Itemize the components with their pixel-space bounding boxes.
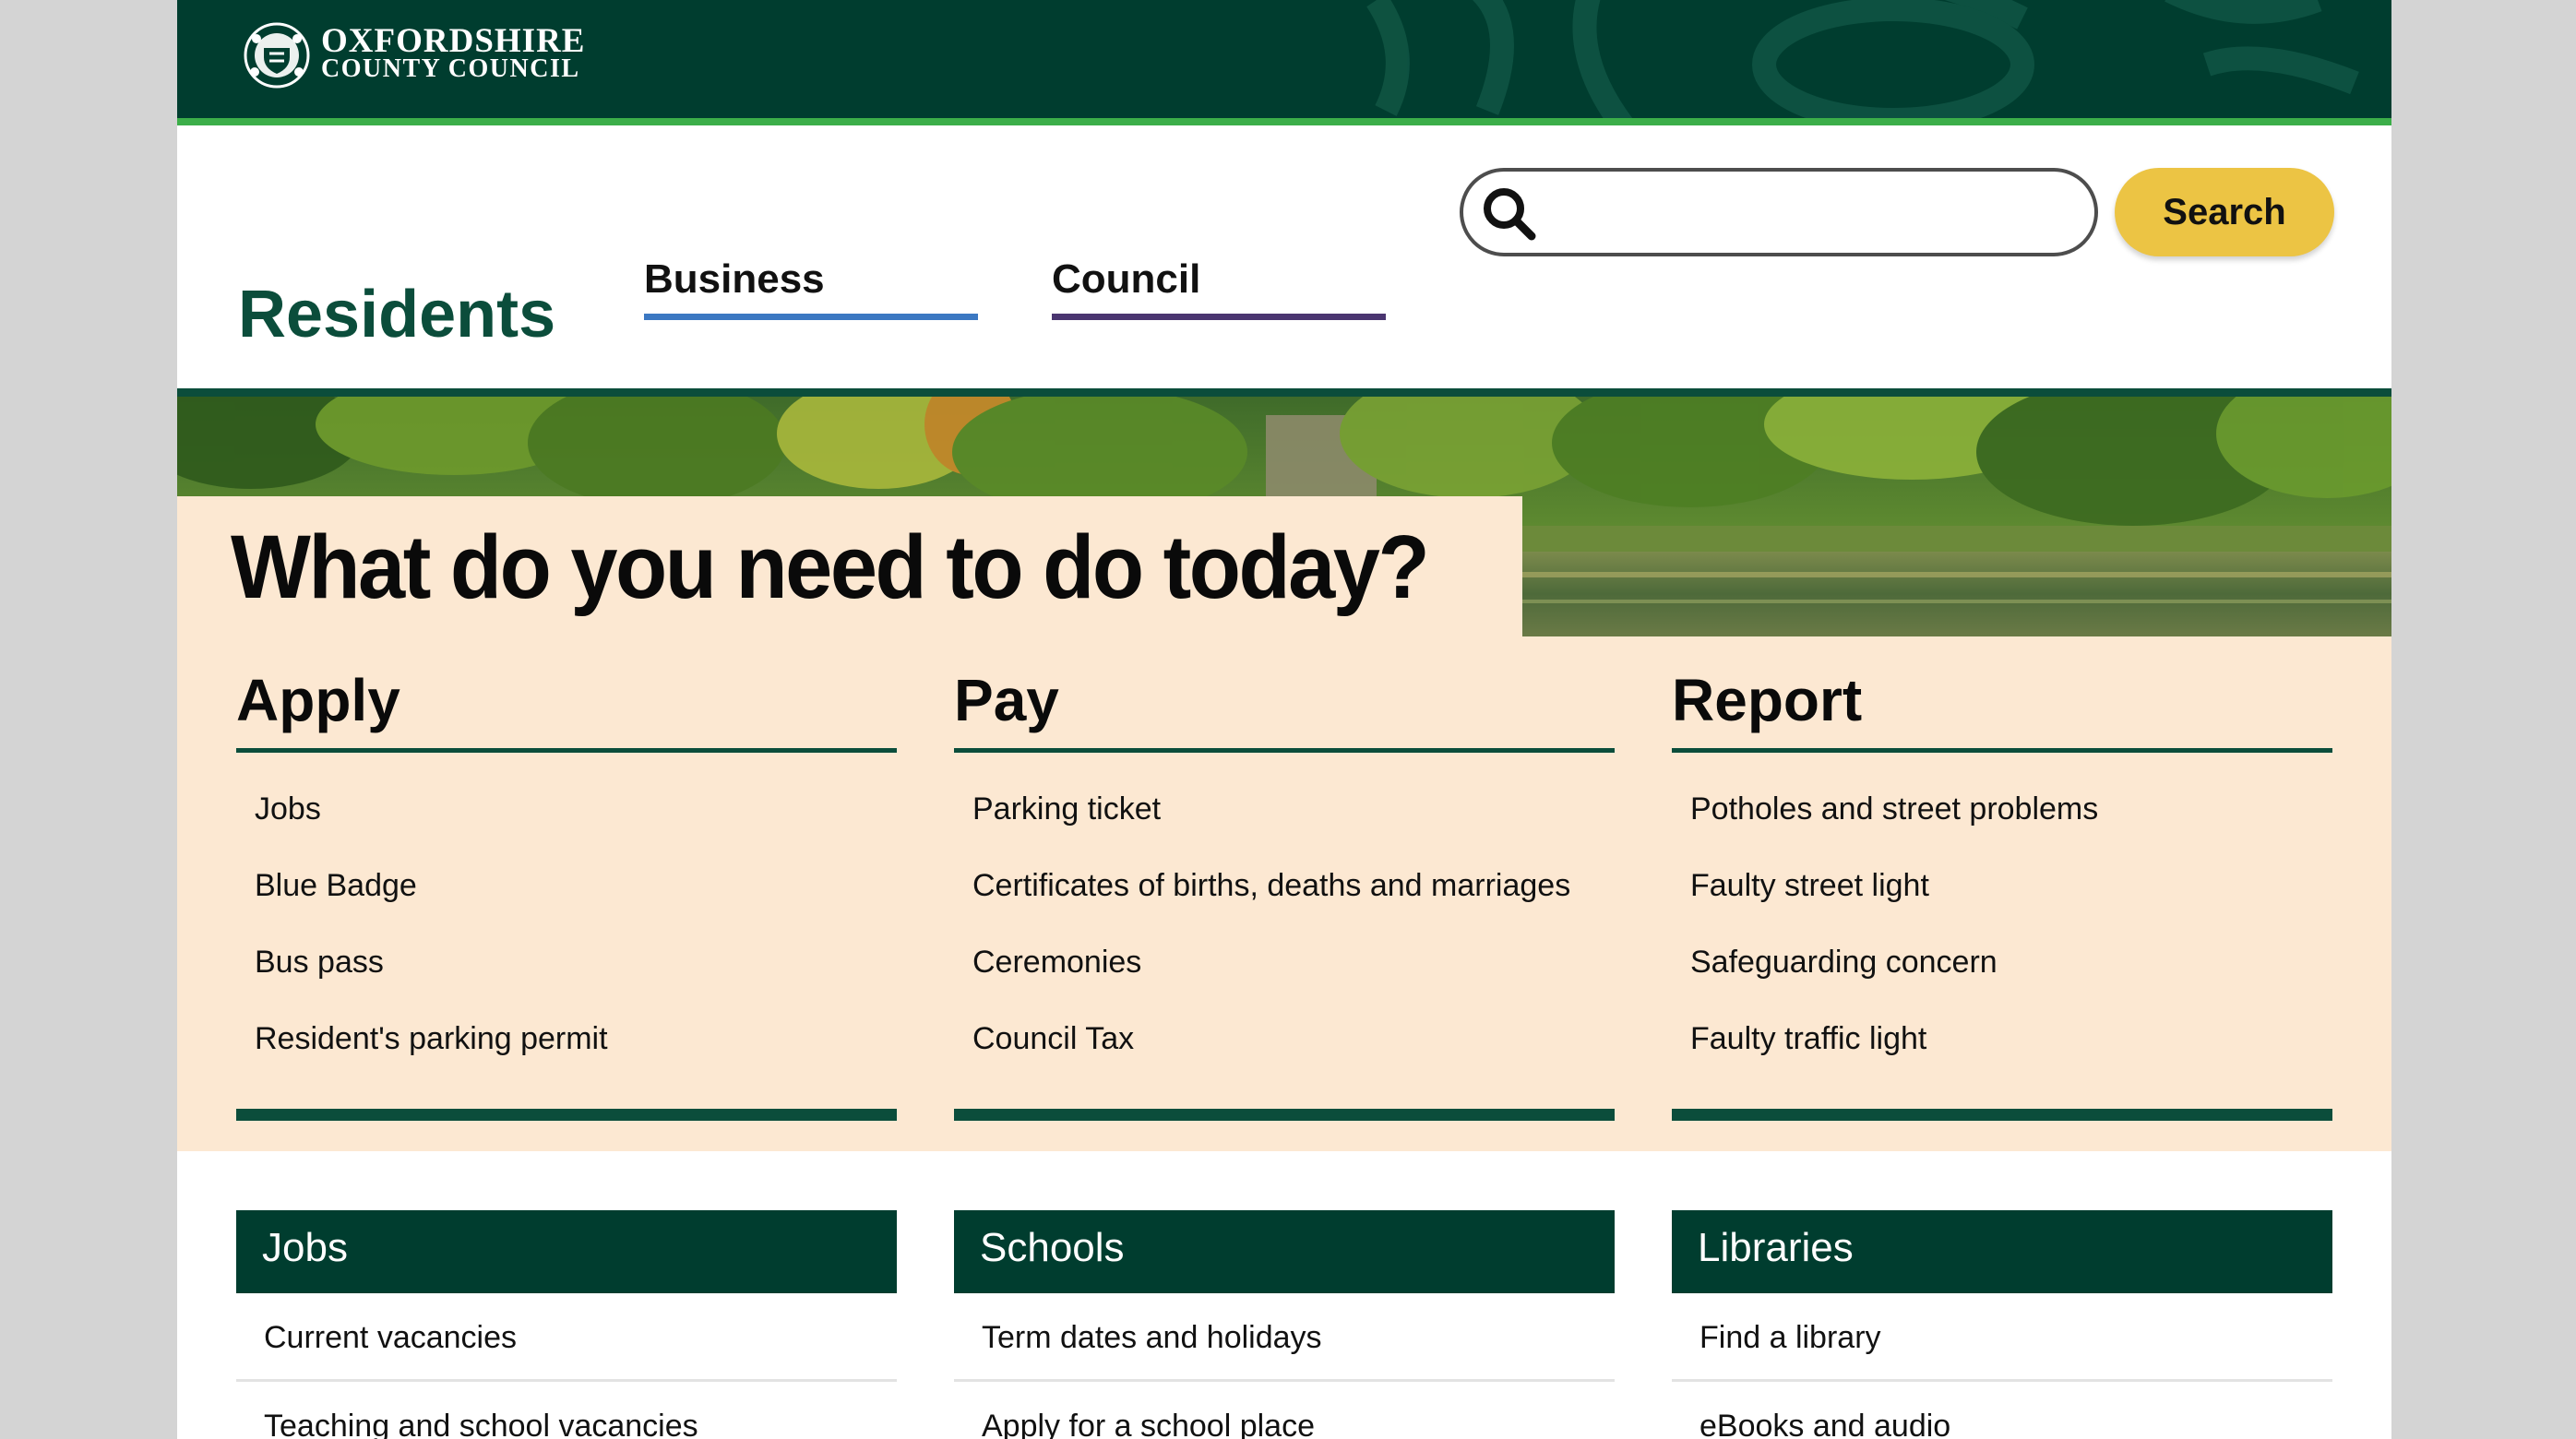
card-heading-libraries[interactable]: Libraries: [1672, 1210, 2332, 1293]
task-link[interactable]: Parking ticket: [972, 791, 1596, 868]
card-link[interactable]: Apply for a school place: [954, 1382, 1615, 1439]
card-heading-jobs[interactable]: Jobs: [236, 1210, 897, 1293]
page-title: What do you need to do today?: [231, 517, 1430, 618]
header-accent-bar: [177, 118, 2391, 125]
column-footer-rule: [954, 1109, 1615, 1121]
card-libraries: Libraries Find a library eBooks and audi…: [1672, 1210, 2332, 1439]
task-link[interactable]: Safeguarding concern: [1690, 945, 2314, 1021]
task-heading-apply: Apply: [236, 664, 897, 753]
task-column-apply: Apply Jobs Blue Badge Bus pass Resident'…: [236, 664, 897, 1121]
column-footer-rule: [1672, 1109, 2332, 1121]
search-button[interactable]: Search: [2115, 168, 2334, 256]
task-link[interactable]: Resident's parking permit: [255, 1021, 878, 1098]
column-footer-rule: [236, 1109, 897, 1121]
task-heading-pay: Pay: [954, 664, 1615, 753]
card-link[interactable]: eBooks and audio: [1672, 1382, 2332, 1439]
card-link[interactable]: Teaching and school vacancies: [236, 1382, 897, 1439]
crest-watermark-icon: [1366, 0, 2359, 125]
task-link[interactable]: Council Tax: [972, 1021, 1596, 1098]
card-heading-schools[interactable]: Schools: [954, 1210, 1615, 1293]
search-icon: [1484, 188, 1536, 241]
logo-line-1: OXFORDSHIRE: [321, 22, 586, 60]
task-link[interactable]: Blue Badge: [255, 868, 878, 945]
card-link[interactable]: Term dates and holidays: [954, 1293, 1615, 1382]
card-jobs: Jobs Current vacancies Teaching and scho…: [236, 1210, 897, 1439]
card-link[interactable]: Find a library: [1672, 1293, 2332, 1382]
site-header: OXFORDSHIRE COUNTY COUNCIL: [177, 0, 2391, 125]
logo-line-2: COUNTY COUNCIL: [321, 54, 580, 83]
council-logo[interactable]: OXFORDSHIRE COUNTY COUNCIL: [242, 20, 585, 90]
task-heading-report: Report: [1672, 664, 2332, 753]
tab-residents[interactable]: Residents: [238, 277, 555, 352]
card-link[interactable]: Current vacancies: [236, 1293, 897, 1382]
task-link[interactable]: Certificates of births, deaths and marri…: [972, 868, 1596, 945]
task-link[interactable]: Ceremonies: [972, 945, 1596, 1021]
task-link[interactable]: Potholes and street problems: [1690, 791, 2314, 868]
task-link[interactable]: Jobs: [255, 791, 878, 868]
task-link[interactable]: Faulty traffic light: [1690, 1021, 2314, 1098]
tab-business[interactable]: Business: [644, 256, 978, 320]
tab-council[interactable]: Council: [1052, 256, 1386, 320]
search-input[interactable]: [1556, 181, 2072, 244]
nav-divider: [177, 388, 2391, 397]
card-schools: Schools Term dates and holidays Apply fo…: [954, 1210, 1615, 1439]
task-link[interactable]: Bus pass: [255, 945, 878, 1021]
page: OXFORDSHIRE COUNTY COUNCIL Residents Bus…: [177, 0, 2391, 1439]
task-column-report: Report Potholes and street problems Faul…: [1672, 664, 2332, 1121]
council-crest-icon: [244, 22, 310, 89]
search-field: [1460, 168, 2098, 256]
task-link[interactable]: Faulty street light: [1690, 868, 2314, 945]
task-column-pay: Pay Parking ticket Certificates of birth…: [954, 664, 1615, 1121]
